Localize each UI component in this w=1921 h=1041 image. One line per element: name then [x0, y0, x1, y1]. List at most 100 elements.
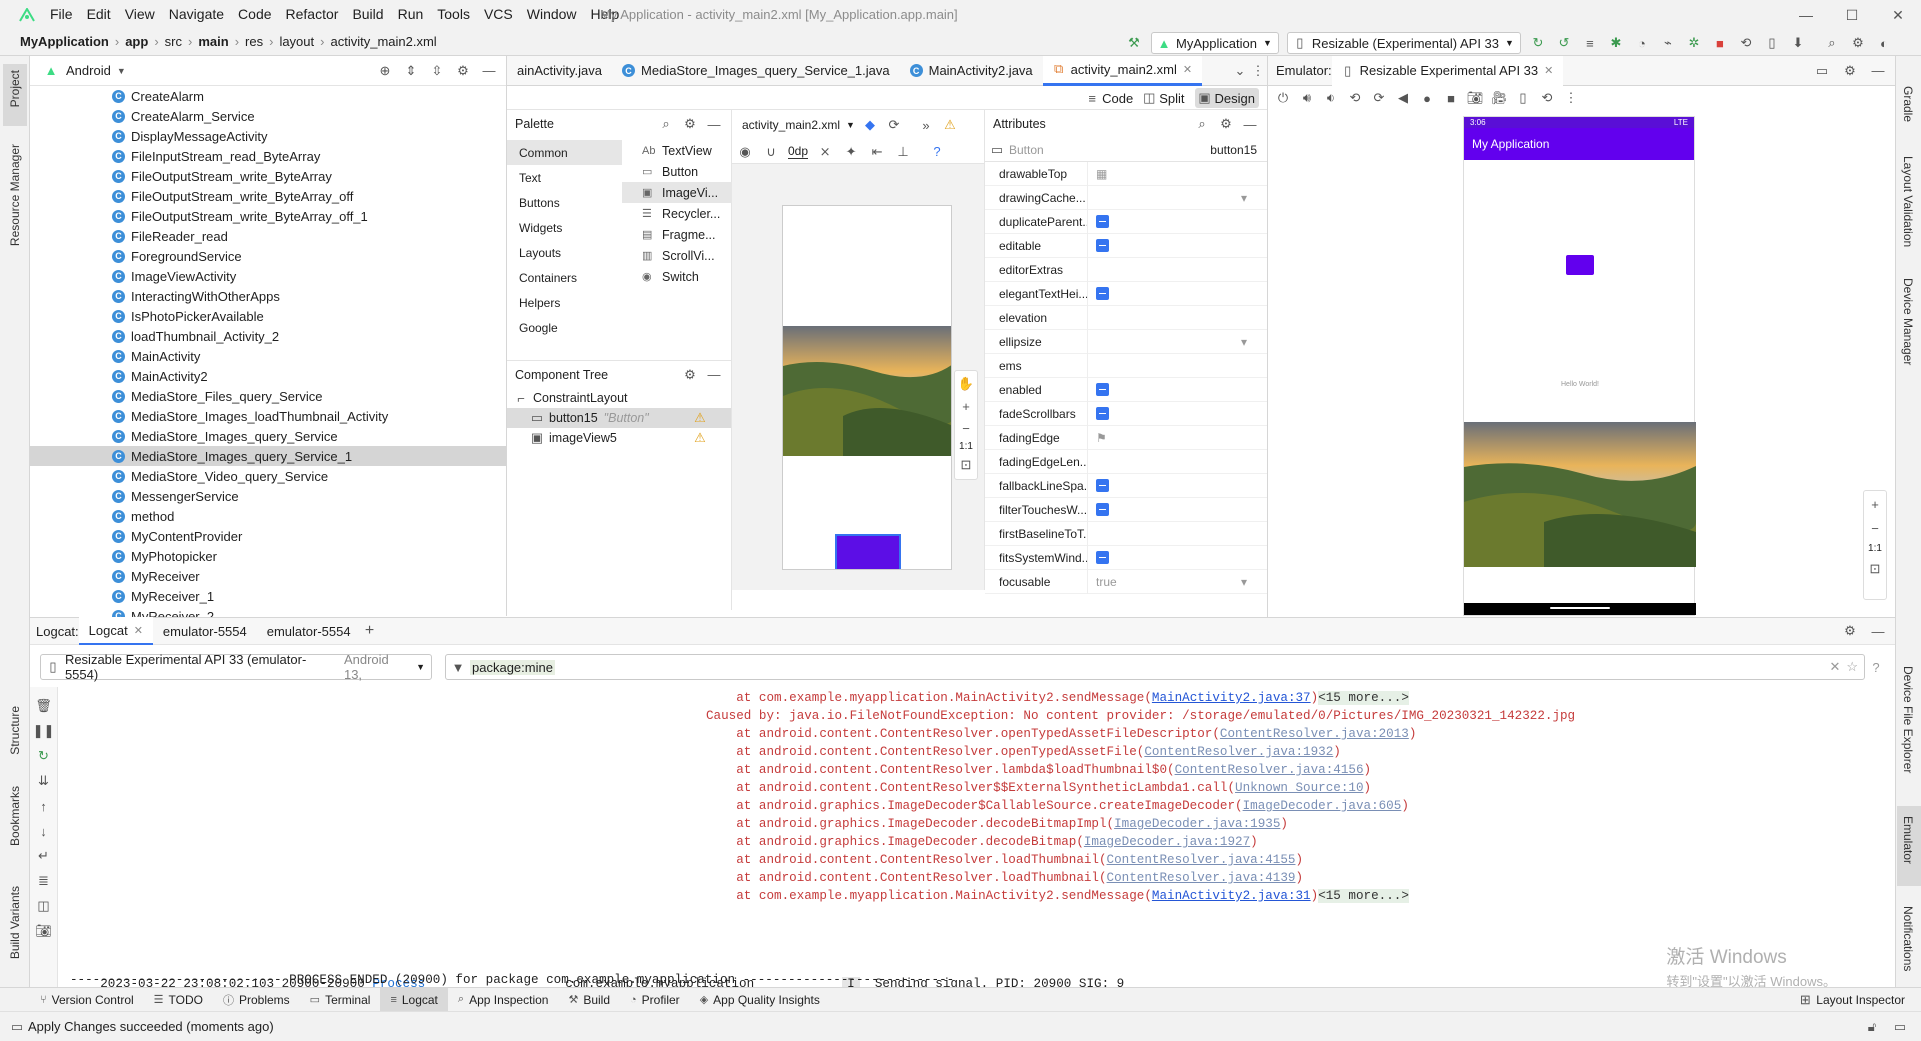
debug-icon[interactable]: ✱: [1607, 34, 1625, 52]
expand-all-icon[interactable]: ⇕: [402, 62, 420, 80]
palette-item[interactable]: ▤ Fragme...: [622, 224, 732, 245]
home-icon[interactable]: ●: [1418, 89, 1436, 107]
tool-window-button[interactable]: ☰ TODO: [144, 988, 213, 1012]
attribute-row[interactable]: fadeScrollbars: [985, 401, 1267, 426]
attribute-row[interactable]: fallbackLineSpa...: [985, 473, 1267, 498]
zoom-fit-icon[interactable]: ⊡: [1866, 560, 1884, 578]
chevron-down-icon[interactable]: ▾: [1241, 191, 1247, 205]
volume-up-icon[interactable]: 🔊︎: [1298, 89, 1316, 107]
hide-icon[interactable]: —: [1869, 62, 1887, 80]
attribute-value[interactable]: [1088, 503, 1267, 516]
source-link[interactable]: ContentResolver.java:1932: [1144, 745, 1333, 759]
boolean-toggle-icon[interactable]: [1096, 215, 1109, 228]
source-link[interactable]: MainActivity2.java:37: [1152, 691, 1311, 705]
search-icon[interactable]: ⌕: [1823, 34, 1841, 52]
logcat-device-dropdown[interactable]: ▯ Resizable Experimental API 33 (emulato…: [40, 652, 432, 682]
pause-icon[interactable]: ❚❚: [33, 722, 55, 740]
emulator-tab-1[interactable]: emulator-5554: [153, 617, 257, 645]
source-link[interactable]: ContentResolver.java:2013: [1220, 727, 1409, 741]
gear-icon[interactable]: ⚙: [681, 366, 699, 384]
emulator-device-tab[interactable]: ▯ Resizable Experimental API 33 ✕: [1331, 55, 1564, 86]
logcat-tab[interactable]: Logcat ✕: [78, 617, 153, 645]
expand-frames[interactable]: <15 more...>: [1318, 889, 1409, 903]
restart-icon[interactable]: ↻: [35, 747, 53, 765]
menu-refactor[interactable]: Refactor: [286, 6, 339, 22]
tool-window-button[interactable]: ⚒ Build: [558, 988, 620, 1012]
zoom-in-icon[interactable]: +: [957, 397, 975, 415]
collapse-all-icon[interactable]: ⇳: [428, 62, 446, 80]
volume-down-icon[interactable]: 🔉︎: [1322, 89, 1340, 107]
gear-icon[interactable]: ⚙: [1841, 622, 1859, 640]
source-link[interactable]: MainActivity2.java:31: [1152, 889, 1311, 903]
menu-build[interactable]: Build: [352, 6, 383, 22]
palette-category[interactable]: Common: [507, 140, 622, 165]
palette-category[interactable]: Google: [507, 315, 622, 340]
breadcrumb-item[interactable]: res: [245, 34, 263, 49]
memory-icon[interactable]: ▭: [1891, 1018, 1909, 1036]
warning-icon[interactable]: ⚠: [691, 409, 709, 427]
design-mode-button[interactable]: ▣ Design: [1194, 88, 1259, 108]
lock-icon[interactable]: 🔓︎: [1863, 1018, 1881, 1036]
source-link[interactable]: ImageDecoder.java:1935: [1114, 817, 1280, 831]
menu-file[interactable]: File: [50, 6, 73, 22]
project-tree-item[interactable]: C MyContentProvider: [30, 526, 506, 546]
tool-window-button[interactable]: ⑂ Version Control: [30, 988, 144, 1012]
attribute-row[interactable]: fadingEdgeLen...: [985, 449, 1267, 474]
project-tree-item[interactable]: C ImageViewActivity: [30, 266, 506, 286]
project-tree-item[interactable]: C CreateAlarm_Service: [30, 106, 506, 126]
help-icon[interactable]: ?: [928, 143, 946, 161]
boolean-toggle-icon[interactable]: [1096, 239, 1109, 252]
project-tree-item[interactable]: C MyPhotopicker: [30, 546, 506, 566]
zoom-actual-size[interactable]: 1:1: [1868, 543, 1882, 554]
tool-window-button[interactable]: ⓘ Problems: [213, 988, 300, 1012]
rotate-left-icon[interactable]: ⟲: [1346, 89, 1364, 107]
layout-validation-tool-button[interactable]: Layout Validation: [1901, 156, 1915, 247]
warning-icon[interactable]: ⚠: [941, 116, 959, 134]
tool-window-button[interactable]: ≡ Logcat: [380, 987, 448, 1012]
emulator-tool-button[interactable]: Emulator: [1901, 816, 1915, 864]
layout-file-dropdown[interactable]: activity_main2.xml: [742, 118, 840, 132]
tree-node-imageview5[interactable]: ▣ imageView5 ⚠: [507, 428, 731, 448]
hide-icon[interactable]: —: [705, 366, 723, 384]
project-tree-item[interactable]: C FileOutputStream_write_ByteArray_off_1: [30, 206, 506, 226]
guidelines-icon[interactable]: ⇤: [868, 143, 886, 161]
chevron-down-icon[interactable]: ▼: [846, 120, 855, 130]
gear-icon[interactable]: ⚙: [1841, 62, 1859, 80]
search-icon[interactable]: ⌕: [657, 115, 675, 133]
attribute-value[interactable]: [1088, 407, 1267, 420]
attribute-row[interactable]: elevation: [985, 305, 1267, 330]
project-tree-item[interactable]: C MediaStore_Images_loadThumbnail_Activit…: [30, 406, 506, 426]
minimize-icon[interactable]: —: [1783, 0, 1829, 30]
hide-icon[interactable]: —: [480, 62, 498, 80]
layout-icon[interactable]: ▭: [1813, 62, 1831, 80]
project-tree-item[interactable]: C InteractingWithOtherApps: [30, 286, 506, 306]
project-tree-item[interactable]: C FileReader_read: [30, 226, 506, 246]
orientation-icon[interactable]: ⟳: [885, 116, 903, 134]
eye-icon[interactable]: ◉: [736, 143, 754, 161]
attribute-row[interactable]: elegantTextHei...: [985, 281, 1267, 306]
split-mode-button[interactable]: ◫ Split: [1143, 89, 1184, 107]
attribute-value[interactable]: [1088, 479, 1267, 492]
favorite-icon[interactable]: ☆: [1846, 659, 1858, 675]
breadcrumb-item[interactable]: layout: [279, 34, 314, 49]
attribute-value[interactable]: ▦: [1088, 167, 1267, 181]
attribute-value[interactable]: true ▾: [1088, 575, 1267, 589]
project-tree-item[interactable]: C ForegroundService: [30, 246, 506, 266]
record-icon[interactable]: 🎥︎: [1490, 89, 1508, 107]
source-link[interactable]: ContentResolver.java:4156: [1175, 763, 1364, 777]
hide-icon[interactable]: —: [1241, 115, 1259, 133]
boolean-toggle-icon[interactable]: [1096, 551, 1109, 564]
gear-icon[interactable]: ⚙: [1849, 34, 1867, 52]
magnet-icon[interactable]: ∪: [762, 143, 780, 161]
palette-category[interactable]: Widgets: [507, 215, 622, 240]
apply-code-changes-icon[interactable]: ≡: [1581, 34, 1599, 52]
project-tree-item[interactable]: C FileOutputStream_write_ByteArray_off: [30, 186, 506, 206]
menu-vcs[interactable]: VCS: [484, 6, 513, 22]
tool-window-button[interactable]: ◔ Profiler: [620, 988, 690, 1012]
debug-run-icon[interactable]: ✲: [1685, 34, 1703, 52]
breadcrumb-item[interactable]: activity_main2.xml: [330, 34, 436, 49]
chevron-down-icon[interactable]: ▾: [1241, 575, 1247, 589]
palette-item[interactable]: ▣ ImageVi...: [622, 182, 732, 203]
bookmarks-tool-button[interactable]: Bookmarks: [8, 786, 22, 846]
imageview-preview[interactable]: [783, 326, 951, 456]
